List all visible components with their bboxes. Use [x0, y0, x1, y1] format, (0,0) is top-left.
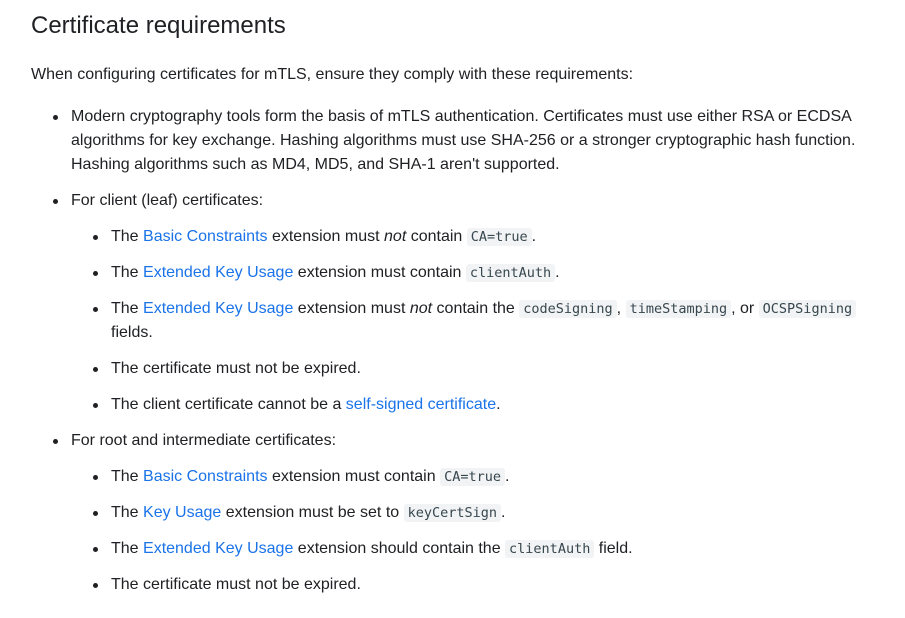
text: extension must be set to — [221, 504, 404, 521]
code-snippet: clientAuth — [505, 540, 595, 558]
text: The — [111, 300, 144, 317]
text: The certificate must not be expired. — [111, 576, 361, 593]
extended-key-usage-link[interactable]: Extended Key Usage — [143, 264, 293, 281]
client-sublist: The Basic Constraints extension must not… — [71, 225, 905, 417]
client-req-basic-constraints: The Basic Constraints extension must not… — [71, 225, 871, 249]
text: The — [111, 264, 144, 281]
code-snippet: CA=true — [466, 228, 532, 246]
code-snippet: keyCertSign — [403, 504, 502, 522]
basic-constraints-link[interactable]: Basic Constraints — [143, 228, 268, 245]
text: extension must — [293, 300, 410, 317]
intro-text: When configuring certificates for mTLS, … — [31, 66, 634, 83]
section-title: Certificate requirements — [31, 12, 286, 39]
root-sublist: The Basic Constraints extension must con… — [71, 465, 905, 597]
list-item-crypto: Modern cryptography tools form the basis… — [31, 105, 891, 177]
code-snippet: clientAuth — [465, 264, 556, 282]
emphasis: not — [409, 300, 433, 317]
text: . — [501, 504, 506, 521]
code-snippet: CA=true — [440, 468, 505, 486]
root-req-key-usage: The Key Usage extension must be set to k… — [71, 501, 871, 525]
key-usage-link[interactable]: Key Usage — [143, 504, 221, 521]
text: fields. — [111, 324, 153, 341]
text: The — [111, 540, 144, 557]
text: The — [111, 468, 144, 485]
text: , or — [731, 300, 759, 317]
text: The — [111, 228, 144, 245]
text: extension must — [267, 228, 385, 245]
text: . — [555, 264, 560, 281]
text: , — [616, 300, 626, 317]
doc-section: Certificate requirements When configurin… — [0, 0, 905, 597]
extended-key-usage-link[interactable]: Extended Key Usage — [143, 540, 293, 557]
basic-constraints-link[interactable]: Basic Constraints — [143, 468, 268, 485]
root-heading: For root and intermediate certificates: — [71, 432, 337, 449]
list-item-client: For client (leaf) certificates: The Basi… — [31, 189, 905, 417]
text: . — [531, 228, 537, 245]
client-req-eku-clientauth: The Extended Key Usage extension must co… — [71, 261, 871, 285]
client-heading: For client (leaf) certificates: — [71, 192, 264, 209]
text: . — [496, 396, 501, 413]
crypto-text: Modern cryptography tools form the basis… — [71, 108, 856, 173]
code-snippet: timeStamping — [625, 300, 732, 318]
list-item-root: For root and intermediate certificates: … — [31, 429, 905, 597]
root-req-eku: The Extended Key Usage extension should … — [71, 537, 871, 561]
text: extension should contain the — [293, 540, 506, 557]
text: The client certificate cannot be a — [111, 396, 346, 413]
text: extension must contain — [267, 468, 441, 485]
text: The certificate must not be expired. — [111, 360, 361, 377]
self-signed-certificate-link[interactable]: self-signed certificate — [346, 396, 496, 413]
client-req-self-signed: The client certificate cannot be a self-… — [71, 393, 871, 417]
extended-key-usage-link[interactable]: Extended Key Usage — [143, 300, 293, 317]
text: The — [111, 504, 144, 521]
text: field. — [594, 540, 633, 557]
client-req-not-expired: The certificate must not be expired. — [71, 357, 871, 381]
emphasis: not — [384, 228, 407, 245]
requirements-list: Modern cryptography tools form the basis… — [31, 105, 905, 597]
text: . — [504, 468, 510, 485]
text: extension must contain — [293, 264, 466, 281]
root-req-not-expired: The certificate must not be expired. — [71, 573, 871, 597]
code-snippet: codeSigning — [519, 300, 617, 318]
code-snippet: OCSPSigning — [758, 300, 857, 318]
client-req-eku-not: The Extended Key Usage extension must no… — [71, 297, 871, 345]
root-req-basic-constraints: The Basic Constraints extension must con… — [71, 465, 871, 489]
text: contain the — [432, 300, 520, 317]
text: contain — [406, 228, 467, 245]
